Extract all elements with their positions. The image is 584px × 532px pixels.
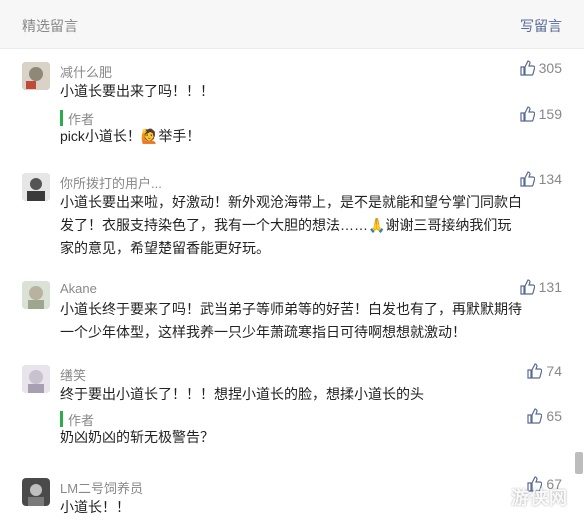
like-count: 65	[546, 408, 562, 424]
author-reply-text: pick小道长！🙋举手！	[60, 128, 201, 144]
comment-nickname[interactable]: 减什么肥	[60, 62, 112, 81]
like-count: 134	[538, 171, 562, 187]
comments-page: 精选留言 写留言 减什么肥 305 小道长要出来了吗！！！ 作者 159 pic…	[0, 0, 584, 532]
like-button[interactable]: 131	[519, 279, 562, 295]
comment-nickname[interactable]: 你所拨打的用户...	[60, 173, 162, 192]
author-reply-text: 奶凶奶凶的斩无极警告？	[60, 429, 214, 445]
thumbs-up-icon	[520, 171, 535, 187]
comment-text: 小道长要出来了吗！！！	[60, 83, 214, 99]
comment-text: 发了！衣服支持染色了，我有一个大胆的想法……🙏谢谢三哥接纳我们玩	[60, 217, 512, 233]
avatar[interactable]	[22, 62, 50, 90]
avatar[interactable]	[22, 478, 50, 506]
avatar[interactable]	[22, 365, 50, 393]
author-reply-bar	[60, 411, 63, 427]
reply-like-button[interactable]: 65	[526, 408, 562, 424]
like-button[interactable]: 74	[526, 363, 562, 379]
like-count: 131	[538, 279, 562, 295]
comment-nickname[interactable]: 缮笑	[60, 365, 86, 384]
comment-text: 小道长要出来啦，好激动！新外观沧海带上，是不是就能和望兮掌门同款白	[60, 194, 522, 210]
thumbs-up-icon	[520, 106, 535, 122]
comment-text: 家的意见，希望楚留香能更好玩。	[60, 240, 270, 256]
write-comment-link[interactable]: 写留言	[520, 16, 562, 36]
avatar[interactable]	[22, 281, 50, 309]
watermark-text: 游侠网	[511, 488, 568, 508]
reply-like-button[interactable]: 159	[519, 106, 562, 122]
comment-nickname[interactable]: Akane	[60, 281, 97, 296]
author-reply-bar	[60, 110, 63, 126]
like-button[interactable]: 305	[519, 60, 562, 76]
like-count: 159	[538, 106, 562, 122]
thumbs-up-icon	[527, 408, 543, 424]
comment-nickname[interactable]: LM二号饲养员	[60, 478, 143, 497]
section-title: 精选留言	[22, 18, 78, 34]
avatar[interactable]	[22, 173, 50, 201]
thumbs-up-icon	[527, 363, 543, 379]
comment-text: 小道长终于要来了吗！武当弟子等师弟等的好苦！白发也有了，再默默期待	[60, 301, 522, 317]
thumbs-up-icon	[520, 60, 535, 76]
like-button[interactable]: 134	[519, 171, 562, 187]
like-count: 74	[546, 363, 562, 379]
comments-header: 精选留言 写留言	[0, 0, 584, 49]
comment-text: 一个少年体型，这样我养一只少年萧疏寒指日可待啊想想就激动！	[60, 324, 466, 340]
like-count: 305	[538, 60, 562, 76]
scrollbar-thumb[interactable]	[575, 452, 583, 474]
thumbs-up-icon	[520, 279, 535, 295]
comment-text: 终于要出小道长了！！！想捏小道长的脸，想揉小道长的头	[60, 386, 424, 402]
comment-text: 小道长！！	[60, 499, 130, 515]
